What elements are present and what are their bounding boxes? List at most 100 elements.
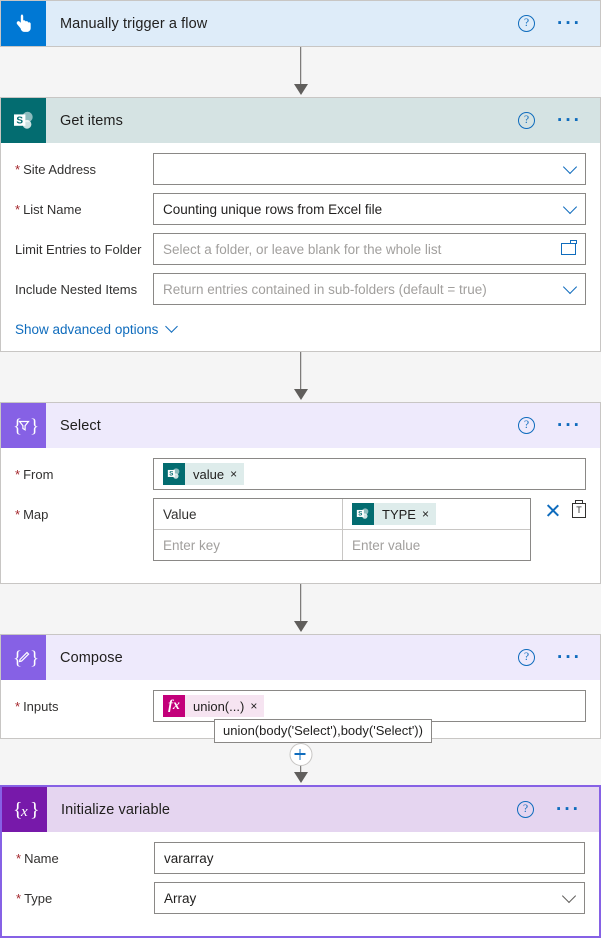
field-placeholder: Select a folder, or leave blank for the … — [163, 241, 442, 257]
variable-type-input[interactable]: Array — [154, 882, 585, 914]
sharepoint-icon: S — [163, 463, 185, 485]
step-title: Manually trigger a flow — [60, 15, 208, 32]
field-label: * Type — [16, 891, 154, 906]
required-mark: * — [16, 850, 22, 866]
svg-text:{: { — [13, 416, 22, 437]
remove-token-icon[interactable]: × — [420, 507, 436, 521]
flow-step-compose[interactable]: { } Compose ? ··· * Inputs fx union(...)… — [0, 634, 601, 743]
required-mark: * — [15, 506, 21, 522]
map-key-input[interactable]: Value — [154, 499, 342, 529]
variable-name-input[interactable]: vararray — [154, 842, 585, 874]
help-icon[interactable]: ? — [518, 417, 536, 434]
flow-step-select[interactable]: { } Select ? ··· * From S value × * Map … — [0, 402, 601, 584]
step-title: Compose — [60, 649, 123, 666]
help-icon[interactable]: ? — [518, 112, 536, 129]
delete-row-icon[interactable] — [544, 503, 559, 518]
field-inputs: * Inputs fx union(...) × — [15, 690, 586, 722]
more-commands-icon[interactable]: ··· — [557, 416, 582, 435]
label-text: Name — [24, 850, 59, 866]
from-input[interactable]: S value × — [153, 458, 586, 490]
field-label: * From — [15, 467, 153, 482]
site-address-input[interactable] — [153, 153, 586, 185]
svg-text:S: S — [16, 115, 23, 126]
token-label: union(...) — [193, 698, 245, 714]
flow-step-initialize-variable[interactable]: { x } Initialize variable ? ··· * Name v… — [0, 785, 601, 938]
step-header[interactable]: { } Select ? ··· — [1, 403, 600, 448]
step-header[interactable]: S Get items ? ··· — [1, 98, 600, 143]
help-icon[interactable]: ? — [517, 801, 535, 818]
field-label: * List Name — [15, 202, 153, 217]
field-label: * Site Address — [15, 162, 153, 177]
label-text: Map — [23, 506, 49, 522]
map-grid-wrapper: Value S TYPE × Enter key Enter value T — [153, 498, 586, 561]
dynamic-token-type[interactable]: S TYPE × — [352, 503, 436, 525]
select-braces-icon: { } — [1, 403, 46, 448]
help-icon[interactable]: ? — [518, 649, 536, 666]
chevron-down-icon[interactable] — [562, 159, 578, 175]
field-map: * Map Value S TYPE × Enter key Enter val… — [15, 498, 586, 561]
field-label: * Map — [15, 498, 153, 530]
more-commands-icon[interactable]: ··· — [556, 800, 581, 819]
expression-token-union[interactable]: fx union(...) × — [163, 695, 265, 717]
field-site-address: * Site Address — [15, 153, 586, 185]
map-value-input[interactable]: S TYPE × — [342, 499, 530, 529]
map-value-input[interactable]: Enter value — [342, 530, 530, 560]
flow-step-manual-trigger[interactable]: Manually trigger a flow ? ··· — [0, 0, 601, 47]
chevron-down-icon[interactable] — [562, 279, 578, 295]
label-text: Limit Entries to Folder — [15, 241, 142, 257]
step-title: Initialize variable — [61, 801, 171, 818]
step-body: * Name vararray * Type Array — [2, 832, 599, 936]
step-header[interactable]: Manually trigger a flow ? ··· — [1, 1, 600, 46]
more-commands-icon[interactable]: ··· — [557, 648, 582, 667]
touch-trigger-icon — [1, 1, 46, 46]
show-advanced-options-link[interactable]: Show advanced options — [15, 320, 179, 337]
map-key-input[interactable]: Enter key — [154, 530, 342, 560]
inputs-input[interactable]: fx union(...) × — [153, 690, 586, 722]
svg-text:}: } — [30, 648, 39, 669]
field-list-name: * List Name Counting unique rows from Ex… — [15, 193, 586, 225]
more-commands-icon[interactable]: ··· — [557, 111, 582, 130]
required-mark: * — [15, 161, 21, 177]
fx-icon: fx — [163, 695, 185, 717]
help-icon[interactable]: ? — [518, 15, 536, 32]
limit-entries-to-folder-input[interactable]: Select a folder, or leave blank for the … — [153, 233, 586, 265]
field-value: vararray — [164, 850, 214, 866]
required-mark: * — [15, 698, 21, 714]
map-key-placeholder: Enter key — [163, 537, 221, 553]
variable-braces-icon: { x } — [2, 787, 47, 832]
insert-new-step-button[interactable] — [289, 743, 312, 766]
flow-step-get-items[interactable]: S Get items ? ··· * Site Address * List … — [0, 97, 601, 352]
field-label: * Name — [16, 851, 154, 866]
map-value-placeholder: Enter value — [352, 537, 421, 553]
header-actions: ? ··· — [518, 111, 600, 130]
chevron-down-icon[interactable] — [561, 888, 577, 904]
field-placeholder: Return entries contained in sub-folders … — [163, 281, 487, 297]
svg-text:x: x — [20, 804, 28, 820]
required-mark: * — [15, 201, 21, 217]
more-commands-icon[interactable]: ··· — [557, 14, 582, 33]
compose-pencil-icon: { } — [1, 635, 46, 680]
field-value: Counting unique rows from Excel file — [163, 201, 383, 217]
field-label: Limit Entries to Folder — [15, 242, 153, 257]
list-name-input[interactable]: Counting unique rows from Excel file — [153, 193, 586, 225]
svg-text:}: } — [30, 799, 40, 821]
map-row: Value S TYPE × — [154, 499, 530, 529]
remove-token-icon[interactable]: × — [228, 467, 244, 481]
required-mark: * — [16, 890, 22, 906]
map-row: Enter key Enter value — [154, 529, 530, 560]
header-actions: ? ··· — [518, 416, 600, 435]
chevron-down-icon[interactable] — [562, 199, 578, 215]
label-text: Inputs — [23, 698, 59, 714]
step-header[interactable]: { x } Initialize variable ? ··· — [2, 787, 599, 832]
map-grid: Value S TYPE × Enter key Enter value — [153, 498, 531, 561]
switch-to-text-mode-icon[interactable] — [572, 500, 586, 518]
include-nested-items-input[interactable]: Return entries contained in sub-folders … — [153, 273, 586, 305]
header-actions: ? ··· — [517, 800, 599, 819]
remove-token-icon[interactable]: × — [248, 699, 264, 713]
step-header[interactable]: { } Compose ? ··· — [1, 635, 600, 680]
map-key-value: Value — [163, 506, 197, 522]
dynamic-token-value[interactable]: S value × — [163, 463, 245, 485]
label-text: Site Address — [23, 161, 97, 177]
folder-picker-icon[interactable] — [561, 240, 577, 255]
sharepoint-icon: S — [352, 503, 374, 525]
